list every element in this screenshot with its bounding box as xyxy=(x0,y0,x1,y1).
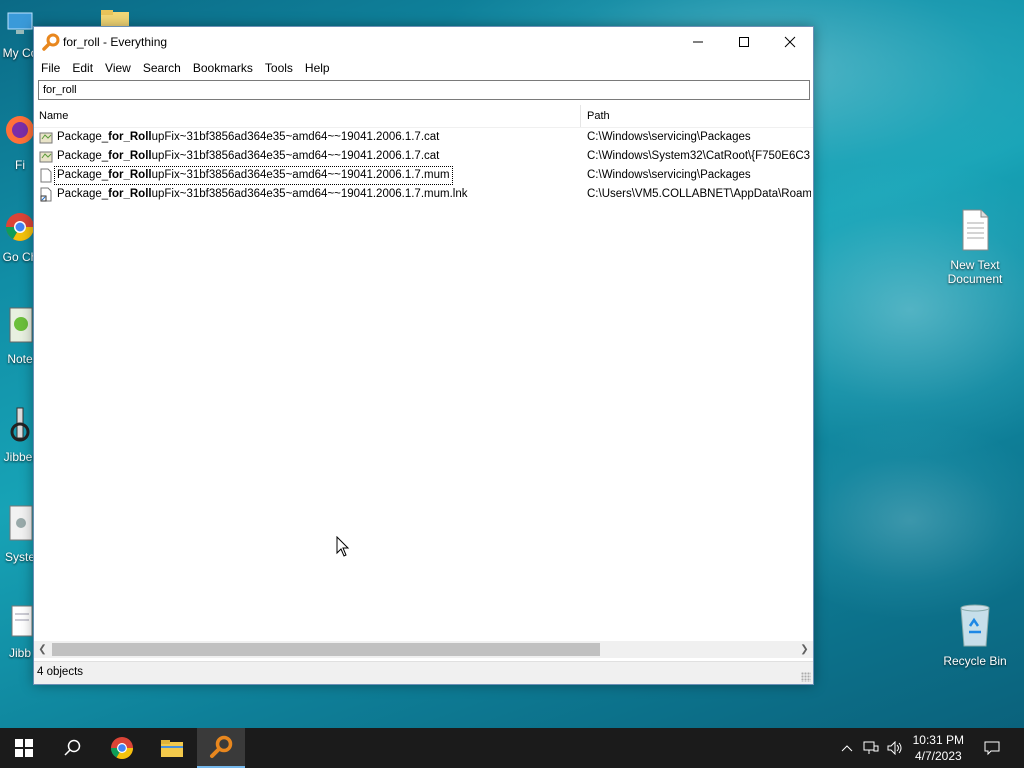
search-box xyxy=(38,80,810,100)
desktop-icon-label: Jibb xyxy=(8,646,31,660)
taskbar-file-explorer[interactable] xyxy=(148,728,196,768)
folder-icon xyxy=(161,740,183,757)
result-row[interactable]: Package_for_RollupFix~31bf3856ad364e35~a… xyxy=(34,185,813,204)
result-path: C:\Windows\System32\CatRoot\{F750E6C3 xyxy=(587,150,811,162)
catalog-file-icon xyxy=(39,149,53,164)
result-name: Package_for_RollupFix~31bf3856ad364e35~a… xyxy=(57,188,468,200)
clock-date: 4/7/2023 xyxy=(914,749,962,763)
title-bar[interactable]: for_roll - Everything xyxy=(34,27,813,58)
desktop-icon-recycle-bin[interactable]: Recycle Bin xyxy=(937,602,1013,668)
everything-window: for_roll - Everything File Edit View Search… xyxy=(33,26,814,685)
menu-search[interactable]: Search xyxy=(137,58,187,78)
action-center-button[interactable] xyxy=(978,728,1006,768)
notification-icon xyxy=(984,741,1000,756)
scrollbar-thumb[interactable] xyxy=(52,643,600,656)
menu-view[interactable]: View xyxy=(99,58,137,78)
windows-logo-icon xyxy=(15,739,33,757)
minimize-button[interactable] xyxy=(675,27,721,57)
maximize-button[interactable] xyxy=(721,27,767,57)
horizontal-scrollbar[interactable]: ❮ ❯ xyxy=(34,641,813,658)
chrome-icon xyxy=(111,737,133,759)
volume-tray-button[interactable] xyxy=(884,728,906,768)
blank-file-icon xyxy=(39,168,53,183)
close-icon xyxy=(784,36,796,48)
result-row[interactable]: Package_for_RollupFix~31bf3856ad364e35~a… xyxy=(34,166,813,185)
result-path: C:\Windows\servicing\Packages xyxy=(587,169,751,181)
start-button[interactable] xyxy=(0,728,48,768)
result-row[interactable]: Package_for_RollupFix~31bf3856ad364e35~a… xyxy=(34,128,813,147)
mouse-cursor-icon xyxy=(336,535,350,561)
column-header-name[interactable]: Name xyxy=(39,105,68,127)
network-icon xyxy=(863,741,879,754)
status-object-count: 4 objects xyxy=(37,666,84,678)
column-separator[interactable] xyxy=(580,105,581,127)
column-header-path[interactable]: Path xyxy=(587,105,610,127)
result-row[interactable]: Package_for_RollupFix~31bf3856ad364e35~a… xyxy=(34,147,813,166)
taskbar: 10:31 PM 4/7/2023 xyxy=(0,728,1024,768)
desktop-icon-label: Syste xyxy=(4,550,35,564)
window-title: for_roll - Everything xyxy=(63,35,168,49)
taskbar-everything[interactable] xyxy=(197,728,245,768)
speaker-icon xyxy=(887,741,902,755)
recycle-bin-icon xyxy=(937,602,1013,651)
shortcut-file-icon xyxy=(39,187,53,202)
results-list: Package_for_RollupFix~31bf3856ad364e35~a… xyxy=(34,128,813,568)
desktop-icon-label: Fi xyxy=(15,158,25,172)
network-tray-button[interactable] xyxy=(860,728,882,768)
menu-file[interactable]: File xyxy=(34,58,66,78)
menu-bar: File Edit View Search Bookmarks Tools Help xyxy=(34,58,813,78)
desktop-icon-label: Recycle Bin xyxy=(943,654,1007,668)
column-header: Name Path xyxy=(34,105,813,128)
result-name: Package_for_RollupFix~31bf3856ad364e35~a… xyxy=(57,131,440,143)
search-icon xyxy=(64,739,81,756)
scroll-left-arrow-icon[interactable]: ❮ xyxy=(34,641,51,658)
text-document-icon xyxy=(937,208,1013,255)
search-input[interactable] xyxy=(39,81,807,99)
menu-edit[interactable]: Edit xyxy=(66,58,99,78)
clock-time: 10:31 PM xyxy=(912,733,964,747)
result-name: Package_for_RollupFix~31bf3856ad364e35~a… xyxy=(57,150,440,162)
taskbar-clock[interactable]: 10:31 PM 4/7/2023 xyxy=(913,732,964,764)
everything-app-icon xyxy=(42,33,60,51)
resize-grip-icon[interactable] xyxy=(801,672,811,682)
desktop-icon-label: New Text Document xyxy=(947,258,1003,286)
result-path: C:\Windows\servicing\Packages xyxy=(587,131,751,143)
menu-help[interactable]: Help xyxy=(299,58,336,78)
desktop-icon-label: Jibber xyxy=(3,450,37,464)
desktop-icon-label: Note xyxy=(7,352,33,366)
everything-app-icon xyxy=(210,735,233,758)
desktop-icon-new-text-document[interactable]: New Text Document xyxy=(937,208,1013,286)
menu-tools[interactable]: Tools xyxy=(259,58,299,78)
catalog-file-icon xyxy=(39,130,53,145)
maximize-icon xyxy=(739,37,749,47)
status-bar: 4 objects xyxy=(34,661,813,684)
result-name: Package_for_RollupFix~31bf3856ad364e35~a… xyxy=(54,166,453,185)
close-button[interactable] xyxy=(767,27,813,57)
search-button[interactable] xyxy=(48,728,96,768)
show-hidden-icons-button[interactable] xyxy=(836,728,858,768)
result-path: C:\Users\VM5.COLLABNET\AppData\Roam xyxy=(587,188,811,200)
taskbar-chrome[interactable] xyxy=(98,728,146,768)
menu-bookmarks[interactable]: Bookmarks xyxy=(187,58,259,78)
minimize-icon xyxy=(693,41,703,43)
chevron-up-icon xyxy=(841,745,853,752)
scroll-right-arrow-icon[interactable]: ❯ xyxy=(796,641,813,658)
